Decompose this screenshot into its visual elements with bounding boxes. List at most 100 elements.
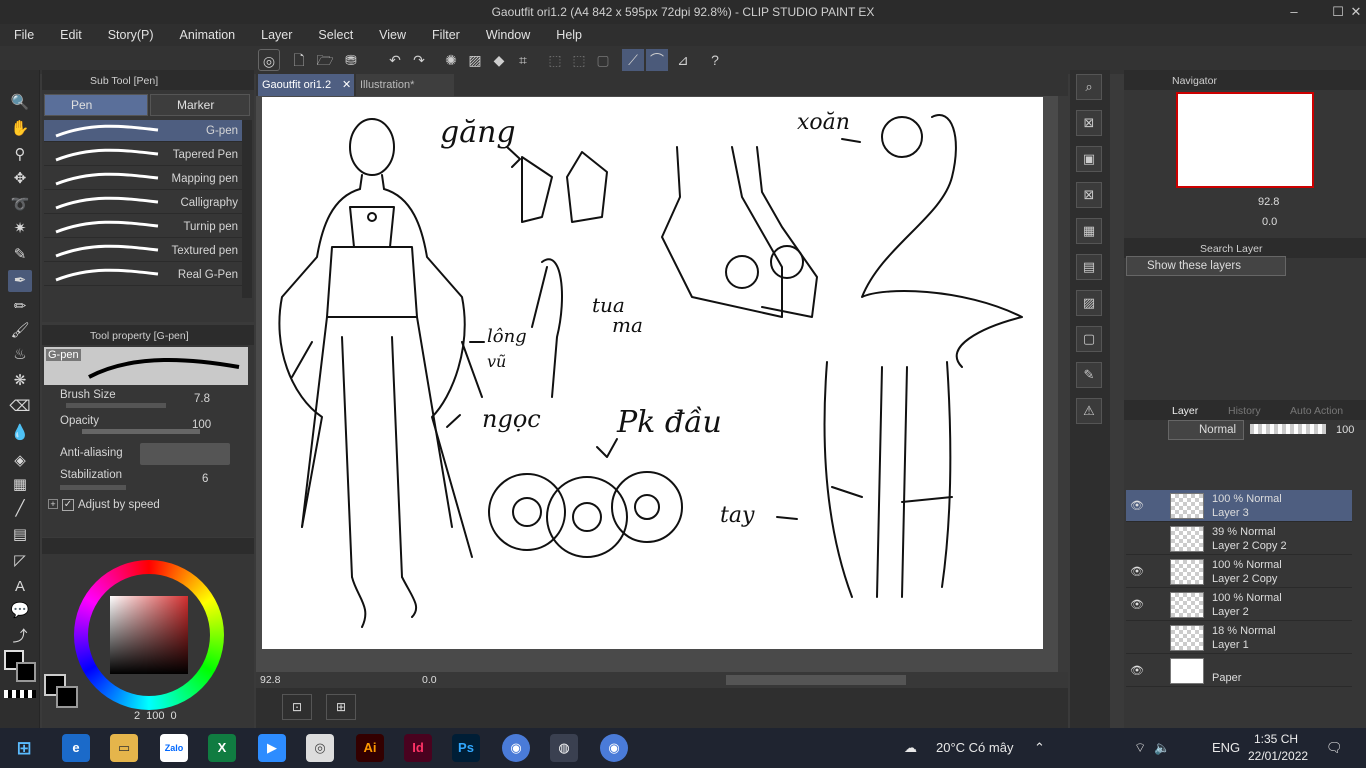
sidebar-image-icon[interactable]: ▢ [1076,326,1102,352]
brush-tool-icon[interactable]: 🖌 [8,320,32,342]
new-file-icon[interactable]: 🗋 [288,49,310,71]
weather-text[interactable]: 20°C Có mây [936,740,1013,755]
visibility-eye-icon[interactable]: 👁 [1130,565,1144,578]
illustrator-icon[interactable]: Ai [356,734,384,762]
brush-item[interactable]: Tapered Pen [44,144,242,166]
visibility-eye-icon[interactable]: 👁 [1130,499,1144,512]
minimize-button[interactable]: – [1282,2,1306,22]
brush-item[interactable]: Calligraphy [44,192,242,214]
eraser-icon[interactable]: ⌫ [8,396,32,418]
layer-row[interactable]: 👁 100 % Normal Layer 2 [1126,589,1352,621]
tab-gaoutfit[interactable]: Gaoutfit ori1.2 ✕ [258,74,354,96]
fit-view-icon[interactable]: ⊡ [282,694,312,720]
rotation-value[interactable]: 0.0 [422,674,437,686]
opacity-slider[interactable] [82,429,200,434]
pen-tool-icon[interactable]: ✒ [8,270,32,292]
transform-icon[interactable]: ⌗ [512,49,534,71]
sidebar-search-icon[interactable]: ⌕ [1076,74,1102,100]
frame-icon[interactable]: ▤ [8,524,32,546]
fill-icon[interactable]: ◆ [488,49,510,71]
sidebar-cross-icon[interactable]: ⊠ [1076,182,1102,208]
transparent-color-icon[interactable] [4,690,36,698]
sidebar-pattern-icon[interactable]: ▦ [1076,218,1102,244]
stabilization-slider[interactable] [60,485,126,490]
canvas-vertical-scrollbar[interactable] [1058,96,1068,672]
hue-ring[interactable] [74,560,224,710]
correct-line-icon[interactable]: ⤴ [8,626,32,648]
search-layer-dropdown[interactable]: Show these layers [1126,256,1286,276]
stabilization-row[interactable]: Stabilization 6 [46,467,244,493]
antialias-selector[interactable] [140,443,230,465]
opacity-row[interactable]: Opacity 100 [46,413,244,439]
opacity-value[interactable]: 100 [192,419,211,431]
brush-item[interactable]: Textured pen [44,240,242,262]
clip-studio-active-icon[interactable]: ◍ [550,734,578,762]
notification-icon[interactable]: 🗨 [1326,740,1343,756]
invert-selection-icon[interactable]: ⬚ [568,49,590,71]
start-icon[interactable]: ⊞ [10,734,38,762]
figure-icon[interactable]: ╱ [8,498,32,520]
expand-icon[interactable]: + [48,499,58,509]
menu-help[interactable]: Help [542,24,594,46]
subtool-scrollbar[interactable] [242,120,252,298]
app-circle-icon[interactable]: ◉ [502,734,530,762]
adjust-row[interactable]: + ✓ Adjust by speed [46,495,244,521]
menu-layer[interactable]: Layer [247,24,304,46]
brush-size-value[interactable]: 7.8 [194,393,210,405]
visibility-eye-icon[interactable]: 👁 [1130,598,1144,611]
tab-layer[interactable]: Layer [1172,405,1198,417]
text-tool-icon[interactable]: A [8,576,32,598]
edge-icon[interactable]: e [62,734,90,762]
menu-animation[interactable]: Animation [166,24,248,46]
fill-tool-icon[interactable]: ◈ [8,450,32,472]
zoom-app-icon[interactable]: ▶ [258,734,286,762]
hand-tool-icon[interactable]: ✋ [8,118,32,140]
tab-illustration[interactable]: Illustration* [356,74,454,96]
menu-story[interactable]: Story(P) [94,24,166,46]
lasso-tool-icon[interactable]: ➰ [8,194,32,216]
layer-opacity-value[interactable]: 100 [1336,424,1354,436]
tab-marker[interactable]: Marker [150,94,250,116]
blend-icon[interactable]: 💧 [8,422,32,444]
menu-view[interactable]: View [365,24,418,46]
photoshop-icon[interactable]: Ps [452,734,480,762]
sub-color-swatch[interactable] [16,662,36,682]
adjust-checkbox[interactable]: ✓ [62,499,74,511]
antialias-row[interactable]: Anti-aliasing [46,441,244,467]
horizontal-scrollbar[interactable] [726,675,906,685]
zoom-tool-icon[interactable]: 🔍 [8,92,32,114]
deselect-icon[interactable]: ⬚ [544,49,566,71]
close-tab-icon[interactable]: ✕ [342,74,351,96]
sidebar-edit-icon[interactable]: ✎ [1076,362,1102,388]
brush-size-row[interactable]: Brush Size 7.8 [46,387,244,413]
save-icon[interactable]: ⛃ [340,49,362,71]
balloon-icon[interactable]: 💬 [8,600,32,622]
airbrush-icon[interactable]: ♨ [8,344,32,366]
brush-item[interactable]: Real G-Pen [44,264,242,286]
sidebar-frame-icon[interactable]: ▤ [1076,254,1102,280]
blend-mode-dropdown[interactable]: Normal [1168,420,1244,440]
explorer-icon[interactable]: ▭ [110,734,138,762]
menu-edit[interactable]: Edit [46,24,94,46]
canvas-paper[interactable]: găng xoăn tua ma lông vũ ngọc Pk đầu tay [262,97,1043,649]
navigator-rotation[interactable]: 0.0 [1262,216,1277,228]
visibility-eye-icon[interactable]: 👁 [1130,664,1144,677]
pencil-tool-icon[interactable]: ✏ [8,296,32,318]
volume-icon[interactable]: 🔈 [1154,740,1170,756]
language-indicator[interactable]: ENG [1212,740,1240,755]
weather-cloud-icon[interactable]: ☁ [904,740,917,756]
sidebar-material-icon[interactable]: ▣ [1076,146,1102,172]
brush-item[interactable]: G-pen [44,120,242,142]
open-file-icon[interactable]: 🗁 [314,49,336,71]
layer-row[interactable]: 👁 100 % Normal Layer 3 [1126,490,1352,522]
zoom-value[interactable]: 92.8 [260,674,280,686]
clip-studio-taskbar-icon[interactable]: ◎ [306,734,334,762]
eyedropper-tool-icon[interactable]: ⚲ [8,144,32,166]
magic-wand-icon[interactable]: ✷ [8,218,32,240]
stabilization-value[interactable]: 6 [202,473,208,485]
undo-icon[interactable]: ↶ [384,49,406,71]
help-icon[interactable]: ? [704,49,726,71]
layer-row[interactable]: 👁 Paper [1126,655,1352,687]
app-circle-icon-2[interactable]: ◉ [600,734,628,762]
navigator-thumbnail[interactable] [1176,92,1314,188]
